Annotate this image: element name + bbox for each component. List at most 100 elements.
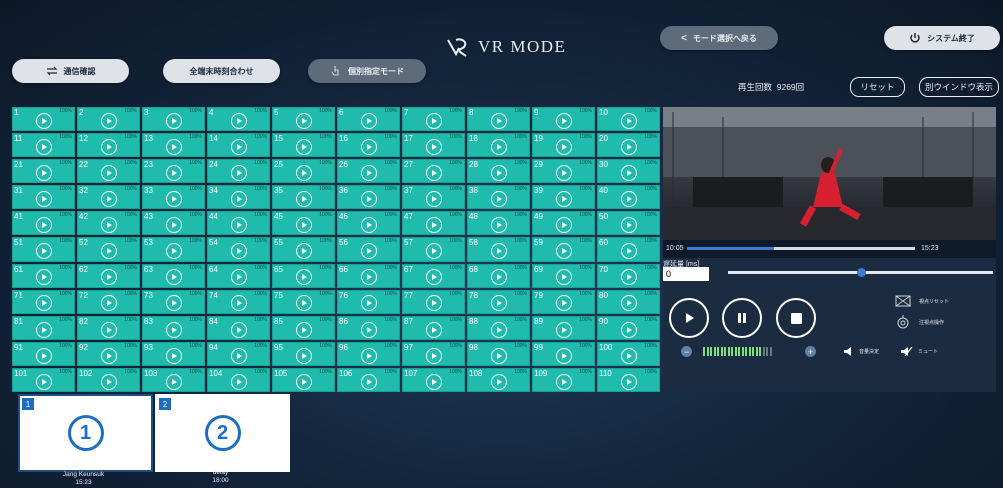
reset-count-button[interactable]: リセット	[850, 77, 905, 97]
video-preview[interactable]	[663, 107, 996, 240]
device-cell[interactable]: 21 100%	[12, 159, 75, 184]
device-play-button[interactable]	[555, 347, 572, 364]
device-play-button[interactable]	[620, 321, 637, 338]
device-cell[interactable]: 69 100%	[532, 263, 595, 288]
device-cell[interactable]: 105 100%	[272, 367, 335, 392]
device-play-button[interactable]	[100, 321, 117, 338]
device-play-button[interactable]	[555, 138, 572, 155]
device-play-button[interactable]	[490, 347, 507, 364]
device-play-button[interactable]	[620, 112, 637, 129]
device-cell[interactable]: 14 100%	[207, 133, 270, 158]
time-sync-button[interactable]: 全端末時刻合わせ	[163, 59, 280, 83]
device-play-button[interactable]	[425, 164, 442, 181]
device-play-button[interactable]	[620, 217, 637, 234]
device-cell[interactable]: 98 100%	[467, 341, 530, 366]
mute-button[interactable]: ミュート	[901, 347, 938, 356]
device-play-button[interactable]	[230, 217, 247, 234]
device-cell[interactable]: 10 100%	[597, 107, 660, 132]
source-thumbnail-1[interactable]: 1 1	[18, 394, 153, 472]
device-cell[interactable]: 73 100%	[142, 289, 205, 314]
device-play-button[interactable]	[425, 321, 442, 338]
device-cell[interactable]: 88 100%	[467, 315, 530, 340]
device-play-button[interactable]	[165, 164, 182, 181]
device-play-button[interactable]	[490, 164, 507, 181]
device-play-button[interactable]	[35, 347, 52, 364]
device-cell[interactable]: 17 100%	[402, 133, 465, 158]
device-play-button[interactable]	[165, 191, 182, 208]
device-play-button[interactable]	[425, 243, 442, 260]
device-cell[interactable]: 61 100%	[12, 263, 75, 288]
device-play-button[interactable]	[555, 269, 572, 286]
device-play-button[interactable]	[425, 191, 442, 208]
delay-input[interactable]	[663, 267, 709, 281]
device-cell[interactable]: 89 100%	[532, 315, 595, 340]
device-cell[interactable]: 13 100%	[142, 133, 205, 158]
back-to-mode-select-button[interactable]: < モード選択へ戻る	[660, 26, 778, 50]
device-play-button[interactable]	[360, 373, 377, 390]
device-play-button[interactable]	[295, 164, 312, 181]
device-play-button[interactable]	[100, 191, 117, 208]
device-cell[interactable]: 90 100%	[597, 315, 660, 340]
device-cell[interactable]: 41 100%	[12, 211, 75, 236]
seek-bar[interactable]	[687, 247, 915, 250]
device-cell[interactable]: 109 100%	[532, 367, 595, 392]
stop-button[interactable]	[776, 298, 816, 338]
device-cell[interactable]: 68 100%	[467, 263, 530, 288]
device-cell[interactable]: 107 100%	[402, 367, 465, 392]
device-play-button[interactable]	[360, 112, 377, 129]
device-play-button[interactable]	[295, 295, 312, 312]
device-play-button[interactable]	[165, 217, 182, 234]
device-play-button[interactable]	[555, 191, 572, 208]
device-play-button[interactable]	[490, 321, 507, 338]
device-cell[interactable]: 62 100%	[77, 263, 140, 288]
device-cell[interactable]: 43 100%	[142, 211, 205, 236]
device-play-button[interactable]	[165, 138, 182, 155]
device-play-button[interactable]	[295, 191, 312, 208]
device-cell[interactable]: 3 100%	[142, 107, 205, 132]
device-play-button[interactable]	[35, 373, 52, 390]
device-cell[interactable]: 91 100%	[12, 341, 75, 366]
device-play-button[interactable]	[360, 164, 377, 181]
device-play-button[interactable]	[35, 191, 52, 208]
device-play-button[interactable]	[620, 347, 637, 364]
device-cell[interactable]: 12 100%	[77, 133, 140, 158]
volume-set-button[interactable]: 音量決定	[844, 347, 879, 356]
device-play-button[interactable]	[555, 321, 572, 338]
device-play-button[interactable]	[165, 347, 182, 364]
device-cell[interactable]: 101 100%	[12, 367, 75, 392]
device-cell[interactable]: 82 100%	[77, 315, 140, 340]
device-cell[interactable]: 67 100%	[402, 263, 465, 288]
device-play-button[interactable]	[295, 373, 312, 390]
device-cell[interactable]: 83 100%	[142, 315, 205, 340]
device-play-button[interactable]	[490, 243, 507, 260]
device-cell[interactable]: 59 100%	[532, 237, 595, 262]
device-play-button[interactable]	[360, 347, 377, 364]
device-play-button[interactable]	[295, 138, 312, 155]
device-cell[interactable]: 47 100%	[402, 211, 465, 236]
device-cell[interactable]: 97 100%	[402, 341, 465, 366]
device-cell[interactable]: 96 100%	[337, 341, 400, 366]
device-play-button[interactable]	[100, 373, 117, 390]
device-cell[interactable]: 64 100%	[207, 263, 270, 288]
delay-slider[interactable]	[728, 268, 993, 277]
device-cell[interactable]: 56 100%	[337, 237, 400, 262]
delay-slider-knob[interactable]	[856, 268, 866, 277]
device-cell[interactable]: 86 100%	[337, 315, 400, 340]
device-play-button[interactable]	[555, 217, 572, 234]
device-play-button[interactable]	[425, 295, 442, 312]
device-play-button[interactable]	[360, 191, 377, 208]
device-cell[interactable]: 65 100%	[272, 263, 335, 288]
device-cell[interactable]: 18 100%	[467, 133, 530, 158]
device-cell[interactable]: 92 100%	[77, 341, 140, 366]
device-play-button[interactable]	[230, 269, 247, 286]
device-cell[interactable]: 70 100%	[597, 263, 660, 288]
device-cell[interactable]: 84 100%	[207, 315, 270, 340]
device-play-button[interactable]	[230, 164, 247, 181]
device-play-button[interactable]	[425, 347, 442, 364]
device-cell[interactable]: 32 100%	[77, 185, 140, 210]
device-play-button[interactable]	[490, 112, 507, 129]
device-play-button[interactable]	[230, 347, 247, 364]
device-cell[interactable]: 100 100%	[597, 341, 660, 366]
device-cell[interactable]: 5 100%	[272, 107, 335, 132]
device-play-button[interactable]	[35, 164, 52, 181]
